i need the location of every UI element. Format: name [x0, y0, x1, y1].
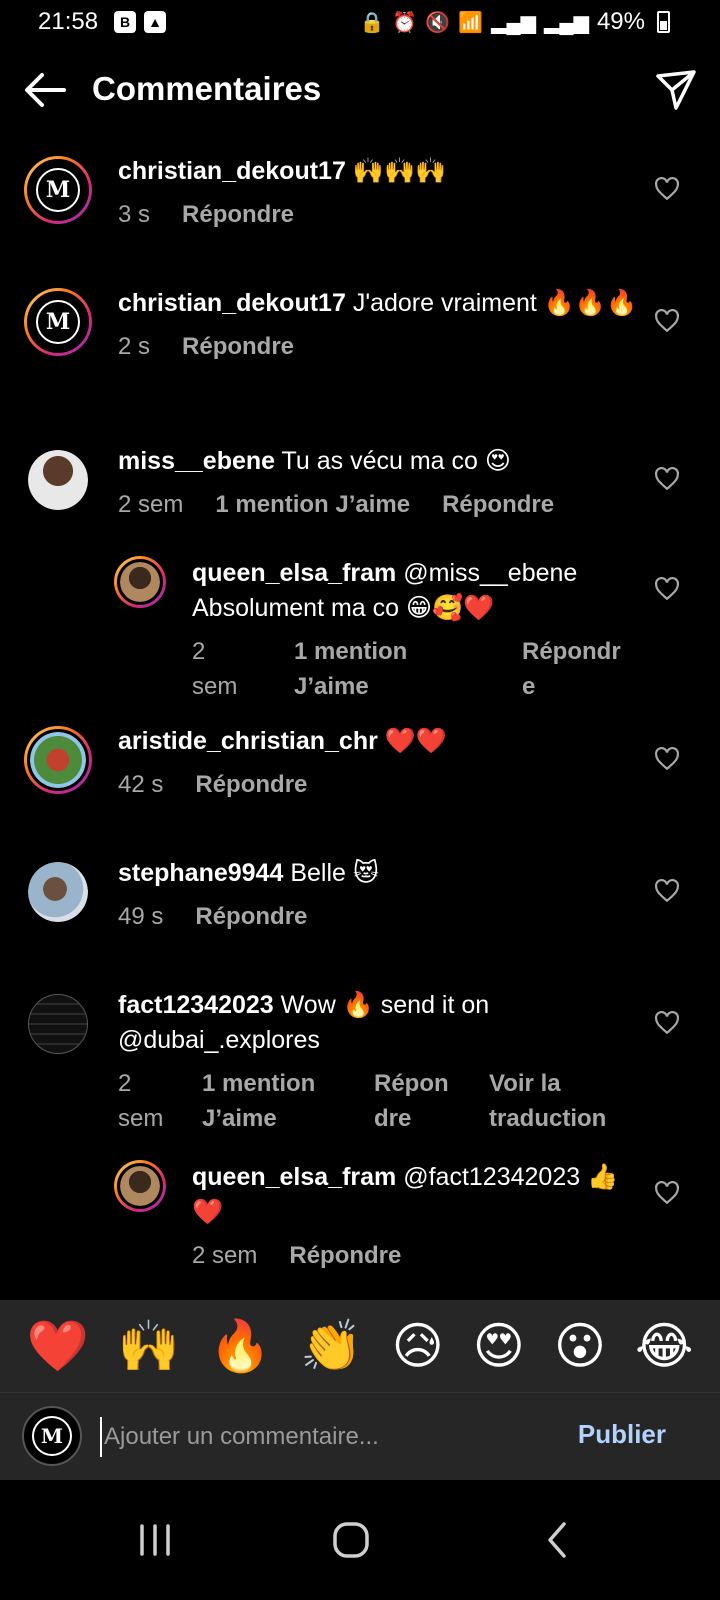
signal-icon: ▂▄▆	[544, 11, 589, 34]
reply-button[interactable]: Répondre	[289, 1238, 401, 1273]
comment-input[interactable]	[100, 1417, 560, 1457]
user-avatar[interactable]: M	[22, 1406, 82, 1466]
status-time: 21:58	[38, 8, 99, 35]
emoji-heart-eyes-button[interactable]: 😍	[473, 1316, 525, 1376]
comment-username[interactable]: queen_elsa_fram	[192, 559, 396, 587]
comment-composer: M Publier	[0, 1392, 720, 1480]
comment-username[interactable]: aristide_christian_chr	[118, 727, 378, 755]
heart-icon[interactable]	[654, 466, 680, 492]
logo-icon: M	[32, 1416, 72, 1456]
avatar[interactable]	[28, 994, 88, 1054]
logo-icon: M	[36, 168, 80, 212]
comment-username[interactable]: christian_dekout17	[118, 289, 346, 317]
comment-text: J'adore vraiment 🔥🔥🔥	[352, 289, 638, 317]
comment-time: 2 sem	[192, 1242, 258, 1269]
page-title: Commentaires	[92, 70, 322, 107]
battery-percent: 49%	[596, 8, 645, 35]
heart-icon[interactable]	[654, 1010, 680, 1036]
comment-time: 2 s	[118, 333, 151, 360]
back-icon[interactable]	[534, 1518, 584, 1562]
heart-icon[interactable]	[654, 308, 680, 334]
battery-icon	[657, 11, 670, 33]
wifi-icon: 📶	[458, 11, 484, 34]
likes-count[interactable]: 1 mention J’aime	[294, 634, 522, 704]
comment-username[interactable]: christian_dekout17	[118, 157, 346, 185]
avatar[interactable]	[114, 556, 166, 608]
home-icon[interactable]	[326, 1518, 376, 1562]
comment-text: Belle 😻	[290, 859, 379, 887]
reply-button[interactable]: Répondre	[442, 487, 554, 522]
system-nav-bar	[0, 1480, 720, 1600]
emoji-heart-button[interactable]: ❤️	[27, 1316, 89, 1376]
avatar[interactable]: M	[24, 288, 92, 356]
heart-icon[interactable]	[654, 746, 680, 772]
reply-button[interactable]: Répondre	[182, 329, 294, 364]
emoji-laugh-button[interactable]: 😂	[635, 1316, 693, 1376]
logo-icon: M	[36, 300, 80, 344]
avatar[interactable]	[24, 726, 92, 794]
comment-time: 2 sem	[118, 491, 184, 518]
header: Commentaires	[0, 56, 720, 124]
see-translation-button[interactable]: Voir la traduction	[489, 1066, 606, 1136]
reply-button[interactable]: Répon dre	[374, 1066, 489, 1136]
avatar[interactable]: M	[24, 156, 92, 224]
lock-icon: 🔒	[359, 11, 385, 34]
comment-time: 3 s	[118, 201, 151, 228]
comment-time: 2 sem	[118, 1070, 164, 1132]
comment-text: Tu as vécu ma co 😍	[281, 447, 511, 475]
comment-time: 2 sem	[192, 638, 238, 700]
avatar[interactable]	[114, 1160, 166, 1212]
comment-text: 🙌🙌🙌	[352, 157, 447, 185]
image-icon: ▲	[144, 11, 166, 33]
publish-button[interactable]: Publier	[578, 1419, 666, 1450]
reply-button[interactable]: Répondr e	[522, 634, 621, 704]
heart-icon[interactable]	[654, 176, 680, 202]
reply-button[interactable]: Répondre	[195, 899, 307, 934]
avatar[interactable]	[28, 450, 88, 510]
heart-icon[interactable]	[654, 1180, 680, 1206]
reply-button[interactable]: Répondre	[195, 767, 307, 802]
avatar[interactable]	[28, 862, 88, 922]
status-bar: 21:58 B ▲ 🔒 ⏰ 🔇 📶 ▂▄▆ ▂▄▆ 49%	[0, 0, 720, 48]
emoji-sad-button[interactable]: 😥	[392, 1316, 444, 1376]
reply-button[interactable]: Répondre	[182, 197, 294, 232]
emoji-surprised-button[interactable]: 😮	[554, 1316, 606, 1376]
mute-icon: 🔇	[425, 11, 451, 34]
emoji-reaction-bar: ❤️ 🙌 🔥 👏 😥 😍 😮 😂	[0, 1300, 720, 1392]
likes-count[interactable]: 1 mention J’aime	[202, 1066, 374, 1136]
alarm-icon: ⏰	[392, 11, 418, 34]
comment-time: 42 s	[118, 771, 164, 798]
likes-count[interactable]: 1 mention J’aime	[215, 487, 410, 522]
recent-apps-icon[interactable]	[130, 1518, 180, 1562]
comment-time: 49 s	[118, 903, 164, 930]
b-app-icon: B	[114, 11, 136, 33]
send-icon[interactable]	[654, 68, 698, 112]
signal-icon: ▂▄▆	[491, 11, 537, 34]
comment-username[interactable]: stephane9944	[118, 859, 283, 887]
emoji-raised-hands-button[interactable]: 🙌	[118, 1316, 180, 1376]
comment-username[interactable]: fact12342023	[118, 991, 274, 1019]
comment-username[interactable]: miss__ebene	[118, 447, 275, 475]
comment-username[interactable]: queen_elsa_fram	[192, 1163, 396, 1191]
back-arrow-icon[interactable]	[22, 70, 68, 110]
heart-icon[interactable]	[654, 576, 680, 602]
emoji-clap-button[interactable]: 👏	[300, 1316, 362, 1376]
heart-icon[interactable]	[654, 878, 680, 904]
emoji-fire-button[interactable]: 🔥	[209, 1316, 271, 1376]
comment-text: ❤️❤️	[384, 727, 448, 755]
